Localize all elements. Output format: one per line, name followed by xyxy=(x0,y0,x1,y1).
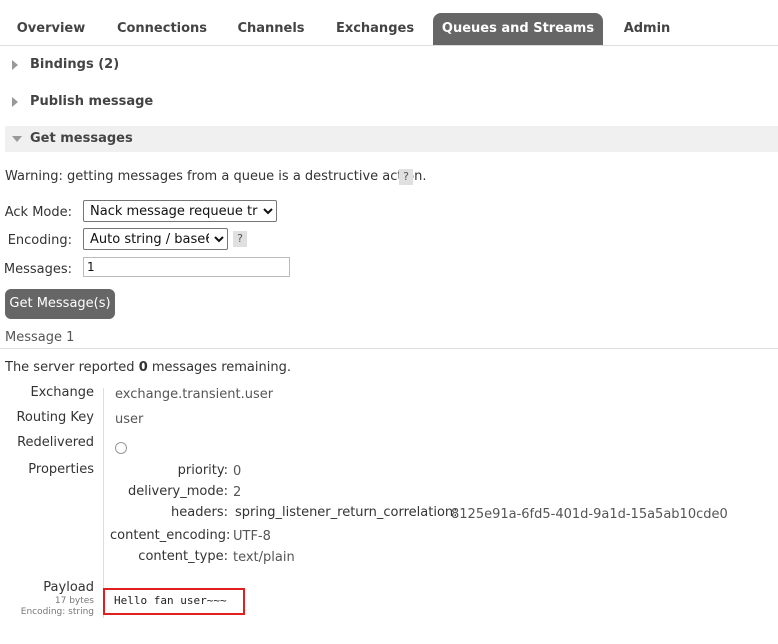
tab-admin[interactable]: Admin xyxy=(612,13,682,45)
prop-value: 0 xyxy=(233,464,242,479)
ack-mode-select[interactable]: Nack message requeue true xyxy=(83,200,277,222)
warning-text: Warning: getting messages from a queue i… xyxy=(5,169,427,184)
prop-key: priority: xyxy=(177,463,228,478)
prop-key: content_encoding: xyxy=(110,528,231,543)
section-bindings-label: Bindings (2) xyxy=(30,57,120,72)
exchange-value: exchange.transient.user xyxy=(115,387,274,402)
section-publish-message[interactable]: Publish message xyxy=(5,89,778,115)
encoding-help-icon[interactable]: ? xyxy=(233,231,247,247)
server-report: The server reported 0 messages remaining… xyxy=(5,360,291,375)
server-report-suffix: messages remaining. xyxy=(147,360,291,375)
section-publish-label: Publish message xyxy=(30,94,154,109)
prop-value: 2 xyxy=(233,485,242,500)
payload-bytes: 17 bytes xyxy=(54,596,94,606)
prop-key: headers: xyxy=(171,505,228,520)
tab-connections[interactable]: Connections xyxy=(106,13,218,45)
header-value: 8125e91a-6fd5-401d-9a1d-15a5ab10cde0 xyxy=(451,507,728,522)
get-messages-button[interactable]: Get Message(s) xyxy=(5,289,115,319)
tab-queues-and-streams[interactable]: Queues and Streams xyxy=(433,13,603,45)
header-key: spring_listener_return_correlation: xyxy=(235,505,458,520)
redelivered-label: Redelivered xyxy=(17,435,94,450)
prop-value: UTF-8 xyxy=(233,529,271,544)
ack-mode-label: Ack Mode: xyxy=(4,205,72,220)
redelivered-radio-icon xyxy=(115,442,127,454)
payload-encoding: Encoding: string xyxy=(20,607,94,617)
tab-exchanges[interactable]: Exchanges xyxy=(326,13,424,45)
section-bindings[interactable]: Bindings (2) xyxy=(5,52,778,78)
section-get-messages[interactable]: Get messages xyxy=(5,126,778,152)
payload-label: Payload xyxy=(43,580,94,595)
tab-overview[interactable]: Overview xyxy=(6,13,96,45)
help-icon[interactable]: ? xyxy=(399,169,413,185)
messages-input[interactable] xyxy=(83,257,290,277)
messages-label: Messages: xyxy=(3,262,72,277)
payload-text: Hello fan user~~~ xyxy=(114,594,227,607)
routing-key-label: Routing Key xyxy=(16,410,94,425)
encoding-select[interactable]: Auto string / base64 xyxy=(83,228,228,250)
message-heading: Message 1 xyxy=(5,330,75,345)
section-get-label: Get messages xyxy=(30,131,133,146)
prop-value: text/plain xyxy=(233,550,295,565)
payload-box[interactable]: Hello fan user~~~ xyxy=(103,588,245,615)
expand-triangle-icon xyxy=(12,60,18,70)
routing-key-value: user xyxy=(115,412,144,427)
remaining-count: 0 xyxy=(138,360,148,375)
details-divider xyxy=(103,388,104,618)
encoding-label: Encoding: xyxy=(7,233,72,248)
properties-label: Properties xyxy=(28,462,94,477)
top-nav: Overview Connections Channels Exchanges … xyxy=(0,13,778,46)
server-report-prefix: The server reported xyxy=(5,360,139,375)
tab-channels[interactable]: Channels xyxy=(226,13,316,45)
prop-key: content_type: xyxy=(138,549,228,564)
prop-key: delivery_mode: xyxy=(128,484,228,499)
exchange-label: Exchange xyxy=(30,385,94,400)
divider xyxy=(0,348,778,349)
expand-triangle-icon xyxy=(12,97,18,107)
collapse-triangle-icon xyxy=(12,136,22,142)
